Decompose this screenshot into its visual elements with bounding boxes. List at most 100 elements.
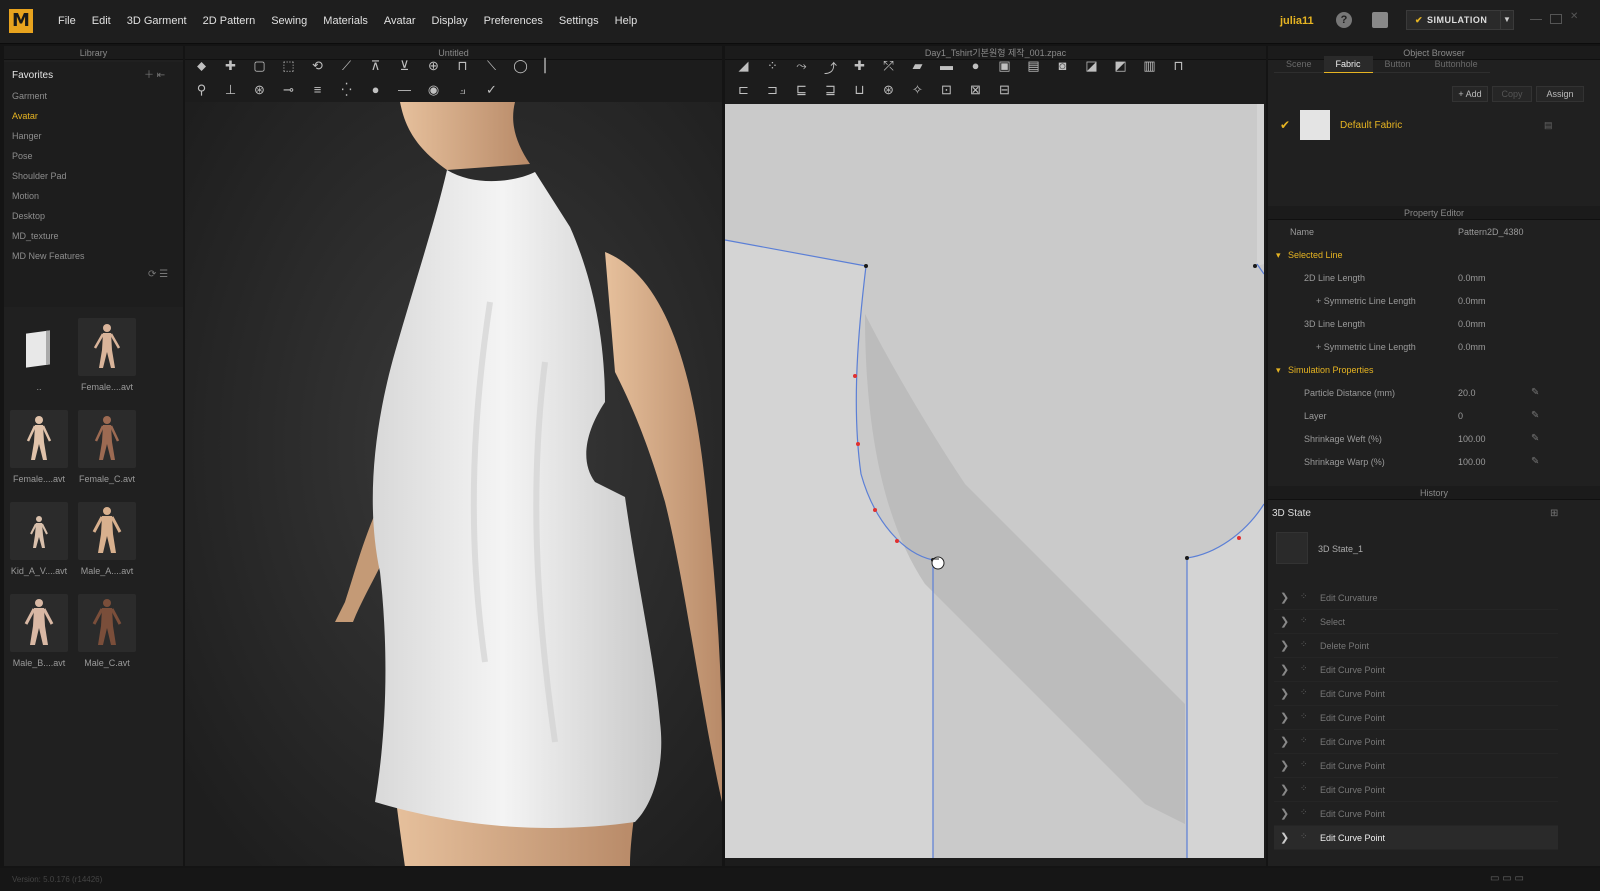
history-row-current[interactable]: ❯ ⁘ Edit Curve Point [1274, 826, 1558, 850]
m-n-sew-icon[interactable]: ⊑ [787, 82, 816, 98]
arrange-icon[interactable]: ⊥ [216, 82, 245, 98]
fold-arrange-icon[interactable]: ⊓ [1164, 58, 1193, 77]
library-item-md-texture[interactable]: MD_texture [12, 231, 59, 241]
menu-edit[interactable]: Edit [84, 15, 119, 27]
thumb-avatar[interactable]: Kid_A_V....avt [10, 502, 68, 576]
simulation-button[interactable]: ✔ SIMULATION [1406, 10, 1512, 30]
refresh-icon[interactable]: ⟳ [148, 269, 156, 280]
menu-settings[interactable]: Settings [551, 15, 607, 27]
edit-curve-point-icon[interactable]: ⤳ [787, 58, 816, 77]
prop-value[interactable]: 100.00 [1458, 457, 1486, 467]
library-item-hanger[interactable]: Hanger [12, 131, 42, 141]
prop-value[interactable]: Pattern2D_4380 [1458, 227, 1524, 237]
pleat-icon[interactable]: ▥ [1135, 58, 1164, 77]
tab-button[interactable]: Button [1372, 56, 1423, 73]
tab-fabric[interactable]: Fabric [1323, 56, 1373, 73]
maximize-icon[interactable] [1550, 14, 1562, 24]
curve-point[interactable] [895, 539, 899, 543]
thumb-avatar[interactable]: Male_B....avt [10, 594, 68, 668]
thumb-parent-folder[interactable]: .. [10, 318, 68, 392]
fabric-list-item[interactable]: ✔ Default Fabric ▤ [1274, 110, 1560, 144]
add-fabric-button[interactable]: + Add [1452, 86, 1488, 102]
garment-icon[interactable]: ⊕ [419, 58, 448, 74]
internal-circle-icon[interactable]: ◙ [1048, 58, 1077, 77]
prop-value[interactable]: 0 [1458, 411, 1463, 421]
copy-fabric-button[interactable]: Copy [1492, 86, 1532, 102]
measure-icon[interactable]: ⊸ [274, 82, 303, 98]
edit-pencil-icon[interactable]: ✎ [1531, 433, 1539, 444]
polygon-icon[interactable]: ▰ [903, 58, 932, 77]
free-sew-icon[interactable]: ⊐ [758, 82, 787, 98]
menu-display[interactable]: Display [424, 15, 476, 27]
curve-point[interactable] [873, 508, 877, 512]
tape-icon[interactable]: ▏ [535, 58, 564, 74]
library-item-garment[interactable]: Garment [12, 91, 47, 101]
pattern-point[interactable] [1253, 264, 1257, 268]
history-row[interactable]: ❯ ⁘ Edit Curve Point [1274, 778, 1558, 802]
library-item-shoulder-pad[interactable]: Shoulder Pad [12, 171, 67, 181]
history-row[interactable]: ❯ ⁘ Edit Curve Point [1274, 706, 1558, 730]
section-simulation-properties[interactable]: ▾ Simulation Properties [1268, 359, 1568, 382]
dart-icon[interactable]: ◪ [1077, 58, 1106, 77]
layout-icons[interactable]: ▭ ▭ ▭ [1490, 873, 1524, 884]
curve-point[interactable] [1237, 536, 1241, 540]
collapse-icon[interactable]: ⇤ [157, 70, 165, 81]
prop-value[interactable]: 100.00 [1458, 434, 1486, 444]
thumb-avatar[interactable]: Male_C.avt [78, 594, 136, 668]
menu-preferences[interactable]: Preferences [476, 15, 551, 27]
fold-icon[interactable]: ⟲ [303, 58, 332, 74]
trace-icon[interactable]: ◩ [1106, 58, 1135, 77]
state-item-label[interactable]: 3D State_1 [1318, 544, 1363, 554]
transform-icon[interactable]: ⬚ [274, 58, 303, 74]
thumb-avatar[interactable]: Male_A....avt [78, 502, 136, 576]
transform-pattern-icon[interactable]: ◢ [729, 58, 758, 77]
library-item-avatar[interactable]: Avatar [12, 111, 38, 121]
library-item-desktop[interactable]: Desktop [12, 211, 45, 221]
history-row[interactable]: ❯ ⁘ Edit Curve Point [1274, 658, 1558, 682]
grading-icon[interactable]: ⊠ [961, 82, 990, 98]
fitting-icon[interactable]: ⊛ [245, 82, 274, 98]
line-icon[interactable]: — [390, 82, 419, 98]
menu-sewing[interactable]: Sewing [263, 15, 315, 27]
pattern-point[interactable] [1185, 556, 1189, 560]
target-icon[interactable]: ◉ [419, 82, 448, 98]
circle-icon[interactable]: ● [961, 58, 990, 77]
library-item-pose[interactable]: Pose [12, 151, 33, 161]
fabric-grain-icon[interactable]: ⊛ [874, 82, 903, 98]
segment-sew-icon[interactable]: ⊏ [729, 82, 758, 98]
thumb-avatar[interactable]: Female....avt [10, 410, 68, 484]
select-point-icon[interactable]: ✧ [903, 82, 932, 98]
menu-materials[interactable]: Materials [315, 15, 376, 27]
menu-2d-pattern[interactable]: 2D Pattern [195, 15, 264, 27]
library-item-motion[interactable]: Motion [12, 191, 39, 201]
history-row[interactable]: ❯ ⁘ Edit Curvature [1274, 586, 1558, 610]
select-mesh-icon[interactable]: ⬥ [187, 58, 216, 74]
edit-pencil-icon[interactable]: ✎ [1531, 456, 1539, 467]
3d-viewport[interactable] [185, 102, 722, 866]
minimize-icon[interactable] [1530, 14, 1542, 20]
internal-rect-icon[interactable]: ▤ [1019, 58, 1048, 77]
tab-scene[interactable]: Scene [1274, 56, 1324, 73]
tack-on-pattern-icon[interactable]: ⊔ [845, 82, 874, 98]
close-icon[interactable]: ✕ [1570, 11, 1582, 22]
add-icon[interactable]: ＋ [144, 70, 154, 81]
edit-pencil-icon[interactable]: ✎ [1531, 410, 1539, 421]
menu-file[interactable]: File [50, 15, 84, 27]
rectangle-icon[interactable]: ▬ [932, 58, 961, 77]
curve-point[interactable] [856, 442, 860, 446]
shirt-icon[interactable]: ⊓ [448, 58, 477, 74]
community-icon[interactable] [1372, 12, 1388, 28]
thumb-avatar[interactable]: Female....avt [78, 318, 136, 392]
history-row[interactable]: ❯ ⁘ Edit Curve Point [1274, 730, 1558, 754]
thumb-avatar[interactable]: Female_C.avt [78, 410, 136, 484]
box-select-icon[interactable]: ▢ [245, 58, 274, 74]
sphere-icon[interactable]: ● [361, 82, 390, 98]
tab-buttonhole[interactable]: Buttonhole [1422, 56, 1490, 73]
list-view-icon[interactable]: ☰ [159, 269, 168, 280]
internal-polygon-icon[interactable]: ▣ [990, 58, 1019, 77]
add-point-icon[interactable]: ✚ [845, 58, 874, 77]
tack-icon[interactable]: ⊻ [390, 58, 419, 74]
avatar-pose-icon[interactable]: ⚲ [187, 82, 216, 98]
steam-icon[interactable]: ✓ [477, 82, 506, 98]
ruler-icon[interactable]: ⟍ [477, 58, 506, 74]
